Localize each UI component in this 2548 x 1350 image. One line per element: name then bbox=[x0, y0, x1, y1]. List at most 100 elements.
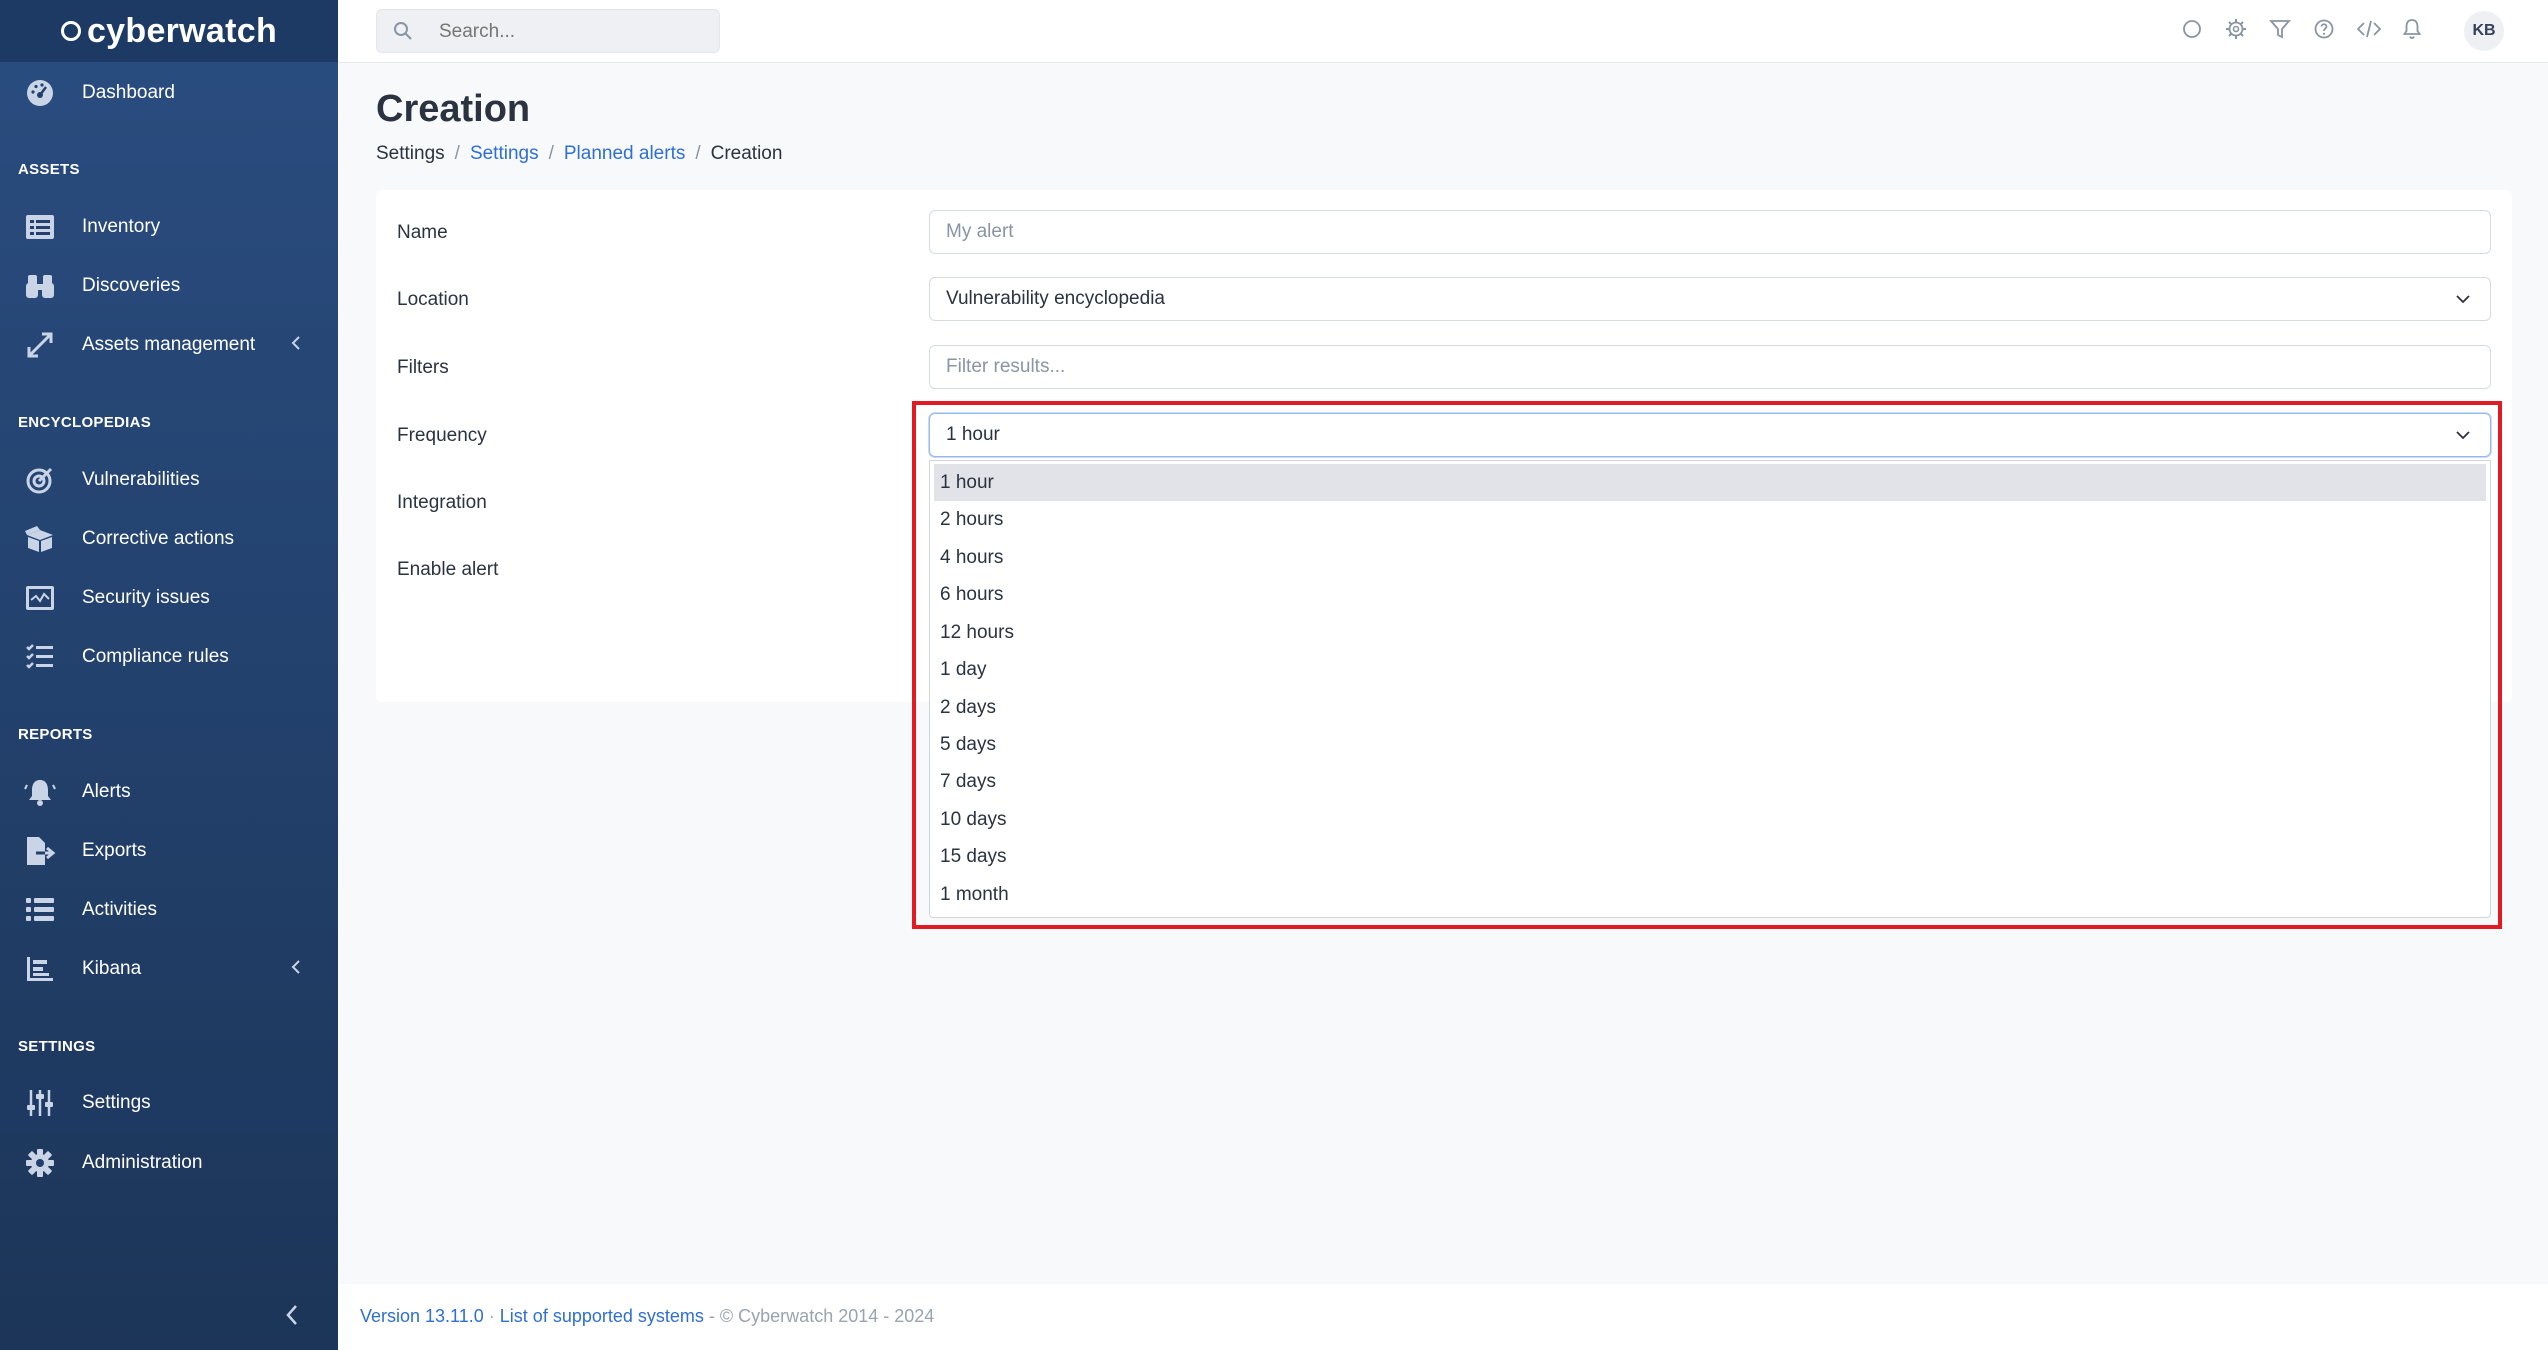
chevron-left-icon bbox=[290, 334, 302, 357]
sidebar-item-inventory[interactable]: Inventory bbox=[0, 198, 338, 256]
frequency-select[interactable]: 1 hour bbox=[929, 413, 2491, 457]
frequency-option[interactable]: 1 day bbox=[934, 651, 2486, 688]
topbar: KB bbox=[338, 0, 2548, 63]
bell-ringing-icon bbox=[24, 776, 56, 808]
location-label: Location bbox=[397, 289, 469, 310]
frequency-dropdown-list: 1 hour 2 hours 4 hours 6 hours 12 hours … bbox=[929, 460, 2491, 918]
frequency-option[interactable]: 12 hours bbox=[934, 614, 2486, 651]
breadcrumb-current: Creation bbox=[710, 143, 783, 164]
logo-ring-icon bbox=[60, 21, 81, 41]
expand-arrows-icon bbox=[24, 329, 56, 361]
breadcrumb-separator: / bbox=[695, 143, 701, 164]
frequency-option[interactable]: 2 days bbox=[934, 689, 2486, 726]
search-box[interactable] bbox=[376, 9, 720, 54]
sidebar-item-label: Administration bbox=[82, 1152, 203, 1173]
frequency-label: Frequency bbox=[397, 425, 487, 446]
sidebar-item-label: Kibana bbox=[82, 958, 142, 979]
sidebar-item-label: Corrective actions bbox=[82, 528, 235, 549]
checklist-icon bbox=[24, 641, 56, 673]
brand-name: cyberwatch bbox=[86, 11, 278, 50]
footer-dot: · bbox=[488, 1306, 495, 1326]
gear-icon bbox=[24, 1147, 56, 1179]
frequency-option[interactable]: 5 days bbox=[934, 726, 2486, 763]
sidebar-item-label: Vulnerabilities bbox=[82, 469, 200, 490]
name-label: Name bbox=[397, 222, 448, 243]
brand-logo[interactable]: cyberwatch bbox=[0, 0, 338, 62]
sidebar-item-label: Discoveries bbox=[82, 275, 181, 296]
sidebar-item-label: Activities bbox=[82, 899, 157, 920]
bell-icon[interactable] bbox=[2401, 18, 2427, 44]
sidebar-item-alerts[interactable]: Alerts bbox=[0, 763, 338, 821]
section-title-encyclopedias: ENCYCLOPEDIAS bbox=[18, 414, 152, 431]
sidebar-item-exports[interactable]: Exports bbox=[0, 822, 338, 880]
filters-label: Filters bbox=[397, 357, 449, 378]
breadcrumb-separator: / bbox=[454, 143, 460, 164]
sidebar-item-administration[interactable]: Administration bbox=[0, 1134, 338, 1192]
chevron-down-icon bbox=[2454, 426, 2472, 450]
search-input[interactable] bbox=[437, 10, 711, 54]
sidebar-item-vulnerabilities[interactable]: Vulnerabilities bbox=[0, 451, 338, 509]
sidebar-item-label: Exports bbox=[82, 840, 147, 861]
breadcrumb-link-planned-alerts[interactable]: Planned alerts bbox=[564, 143, 685, 164]
list-bullets-icon bbox=[24, 894, 56, 926]
chevron-left-icon bbox=[290, 958, 302, 981]
footer: Version 13.11.0 · List of supported syst… bbox=[338, 1284, 2548, 1350]
bar-chart-icon bbox=[24, 953, 56, 985]
location-select-value: Vulnerability encyclopedia bbox=[946, 288, 1165, 309]
sidebar-item-settings[interactable]: Settings bbox=[0, 1074, 338, 1132]
sidebar: cyberwatch Dashboard ASSETS Inventory Di… bbox=[0, 0, 338, 1350]
chevron-left-icon bbox=[286, 1305, 297, 1325]
frequency-option[interactable]: 10 days bbox=[934, 801, 2486, 838]
breadcrumb-item: Settings bbox=[376, 143, 445, 164]
filters-input[interactable] bbox=[929, 345, 2491, 389]
breadcrumb-link-settings[interactable]: Settings bbox=[470, 143, 539, 164]
integration-label: Integration bbox=[397, 492, 487, 513]
sidebar-item-activities[interactable]: Activities bbox=[0, 881, 338, 939]
sidebar-item-label: Security issues bbox=[82, 587, 210, 608]
frequency-option[interactable]: 4 hours bbox=[934, 539, 2486, 576]
frequency-option[interactable]: 2 hours bbox=[934, 501, 2486, 538]
sidebar-item-label: Inventory bbox=[82, 216, 161, 237]
sidebar-item-assets-management[interactable]: Assets management bbox=[0, 316, 338, 374]
sidebar-item-corrective-actions[interactable]: Corrective actions bbox=[0, 510, 338, 568]
sidebar-collapse-button[interactable] bbox=[284, 1302, 300, 1333]
file-export-icon bbox=[24, 835, 56, 867]
gear-icon[interactable] bbox=[2225, 18, 2251, 44]
page-title: Creation bbox=[376, 88, 531, 130]
frequency-option[interactable]: 1 month bbox=[934, 876, 2486, 913]
breadcrumb: Settings / Settings / Planned alerts / Creatio… bbox=[376, 143, 782, 165]
sidebar-item-security-issues[interactable]: Security issues bbox=[0, 569, 338, 627]
target-icon bbox=[24, 464, 56, 496]
version-link[interactable]: Version 13.11.0 bbox=[360, 1306, 484, 1326]
box-open-icon bbox=[24, 523, 56, 555]
code-icon[interactable] bbox=[2356, 18, 2383, 44]
footer-text: Version 13.11.0 · List of supported syst… bbox=[360, 1306, 934, 1327]
sidebar-item-discoveries[interactable]: Discoveries bbox=[0, 257, 338, 315]
breadcrumb-separator: / bbox=[548, 143, 554, 164]
search-icon bbox=[393, 21, 413, 46]
help-icon[interactable] bbox=[2313, 18, 2339, 44]
location-select[interactable]: Vulnerability encyclopedia bbox=[929, 277, 2491, 321]
sidebar-item-label: Settings bbox=[82, 1092, 151, 1113]
sidebar-item-dashboard[interactable]: Dashboard bbox=[0, 64, 338, 122]
sidebar-item-label: Alerts bbox=[82, 781, 131, 802]
frequency-option[interactable]: 1 hour bbox=[934, 464, 2486, 501]
section-title-reports: REPORTS bbox=[18, 726, 93, 743]
sidebar-item-kibana[interactable]: Kibana bbox=[0, 940, 338, 998]
sidebar-item-label: Assets management bbox=[82, 334, 256, 355]
sidebar-item-label: Compliance rules bbox=[82, 646, 229, 667]
frequency-option[interactable]: 7 days bbox=[934, 763, 2486, 800]
sidebar-item-compliance-rules[interactable]: Compliance rules bbox=[0, 628, 338, 686]
enable-alert-label: Enable alert bbox=[397, 559, 499, 580]
frequency-option[interactable]: 15 days bbox=[934, 838, 2486, 875]
list-table-icon bbox=[24, 211, 56, 243]
name-input[interactable] bbox=[929, 210, 2491, 254]
copyright-text: - © Cyberwatch 2014 - 2024 bbox=[708, 1306, 935, 1326]
frequency-option[interactable]: 6 hours bbox=[934, 576, 2486, 613]
sliders-icon bbox=[24, 1087, 56, 1119]
filter-icon[interactable] bbox=[2269, 18, 2295, 44]
binoculars-icon bbox=[24, 270, 56, 302]
status-circle-icon[interactable] bbox=[2181, 18, 2207, 44]
avatar[interactable]: KB bbox=[2464, 11, 2504, 51]
supported-systems-link[interactable]: List of supported systems bbox=[500, 1306, 704, 1326]
